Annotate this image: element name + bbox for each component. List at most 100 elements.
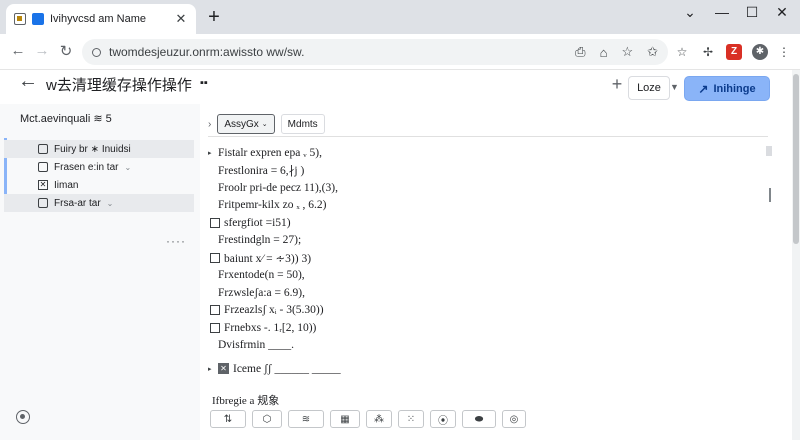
chevron-down-icon[interactable]: ⌄ (124, 163, 131, 172)
panel-tabs: › AssyGx ⌄ Mdmts (208, 112, 331, 136)
zotero-extension-icon[interactable]: Z (726, 44, 742, 60)
title-badge: ▪▪ (200, 77, 208, 89)
code-line-text: Frestlonira = 6,∤j ) (218, 165, 305, 178)
code-line[interactable]: Frzeazlsʃ xᵢ - 3(5.30)) (208, 302, 768, 320)
sidebar-item-0[interactable]: Fuiry br ∗ Inuidsi (4, 140, 194, 158)
extensions-puzzle-icon[interactable]: ✢ (700, 44, 716, 60)
swap-icon[interactable]: ⇅ (210, 410, 246, 428)
grid-icon[interactable]: ▦ (330, 410, 360, 428)
section-label: Ifbregie a 规象 (212, 395, 280, 407)
code-list: ▸ Fistalr expren epa ᵥ 5), Frestlonira = 6… (208, 144, 768, 378)
page-scrollbar[interactable] (792, 70, 800, 440)
sidebar-item-3[interactable]: Frsa-ar tar ⌄ (4, 194, 194, 212)
code-line[interactable]: Froolr pri-de pecz 11),(3), (208, 179, 768, 197)
code-line[interactable]: sfergfiot =i51) (208, 214, 768, 232)
new-tab-button[interactable]: + (202, 6, 226, 29)
url-text[interactable]: twomdesjeuzur.onrm:awissto ww/sw. (109, 45, 561, 59)
checkbox[interactable] (210, 252, 220, 263)
reload-button[interactable]: ↻ (56, 42, 76, 60)
shield-icon[interactable]: ⬡ (252, 410, 282, 428)
site-info-icon[interactable] (92, 47, 101, 57)
ring-icon[interactable]: ◎ (502, 410, 526, 428)
tabs-divider (208, 136, 768, 137)
code-line[interactable]: Fritpemr-kilx zo ₓ , 6.2) (208, 197, 768, 215)
sidebar-item-1[interactable]: Frasen e:in tar ⌄ (4, 158, 194, 176)
sidebar-item-label: Frasen e:in tar (54, 161, 119, 173)
sidebar-item-2[interactable]: ✕ Iiman (4, 176, 194, 194)
favorites-icon[interactable]: ☆ (674, 44, 690, 60)
dots-icon[interactable]: ⁙ (398, 410, 424, 428)
primary-action-button[interactable]: ↗ Inihinge (684, 76, 770, 101)
expand-arrow-icon[interactable]: ▸ (208, 365, 218, 373)
code-line[interactable]: Frestlonira = 6,∤j ) (208, 162, 768, 180)
tab-mdmts[interactable]: Mdmts (280, 114, 325, 134)
lines-icon[interactable]: ≋ (288, 410, 324, 428)
browser-tab[interactable]: Ivihyvcsd am Name ✕ (6, 4, 196, 34)
panel-scroll-tick (769, 188, 771, 202)
code-line-text: Fistalr expren epa ᵥ 5), (218, 146, 322, 159)
tab-close-icon[interactable]: ✕ (174, 11, 188, 27)
tab-label: Mdmts (287, 118, 318, 130)
code-line-text: Dvisfrmin ____. (218, 339, 295, 352)
code-line[interactable]: baiunt x⁄ = ∻3)) 3) (208, 249, 768, 267)
chevron-down-icon: ⌄ (261, 121, 268, 128)
tab-label: AssyGx (224, 118, 259, 130)
scrollbar-thumb[interactable] (793, 74, 799, 244)
main-panel: › AssyGx ⌄ Mdmts ▸ Fistalr expren epa ᵥ 5… (200, 104, 792, 440)
code-line-text: Frzeazlsʃ xᵢ - 3(5.30)) (224, 304, 324, 317)
browser-window: Ivihyvcsd am Name ✕ + ⌄ — ☐ ✕ ← → ↻ twom… (0, 0, 800, 440)
tab-assygx[interactable]: AssyGx ⌄ (217, 114, 275, 134)
code-line-text: baiunt x⁄ = ∻3)) 3) (224, 252, 312, 265)
maximize-button[interactable]: ☐ (738, 4, 766, 21)
chevron-right-icon[interactable]: › (208, 119, 211, 130)
checkbox[interactable] (38, 162, 48, 172)
expand-arrow-icon[interactable]: ▸ (208, 149, 218, 157)
code-line[interactable]: Dvisfrmin ____. (208, 337, 768, 355)
target-icon[interactable]: ⦿ (430, 410, 456, 428)
menu-kebab-icon[interactable]: ⋮ (776, 44, 792, 60)
lozenge-button[interactable]: Loze (628, 76, 670, 100)
chevron-down-icon[interactable]: ▼ (670, 82, 679, 92)
code-line[interactable]: ▸ ✕ Iceme ʃʃ ______ _____ (208, 360, 768, 378)
checkbox[interactable] (210, 322, 220, 333)
profile-avatar-icon[interactable]: ✱ (752, 44, 768, 60)
checkbox[interactable] (210, 217, 220, 228)
code-line[interactable]: ▸ Fistalr expren epa ᵥ 5), (208, 144, 768, 162)
tab-title: Ivihyvcsd am Name (50, 13, 146, 25)
reading-star-icon[interactable]: ✩ (647, 44, 658, 60)
tab-strip: Ivihyvcsd am Name ✕ + ⌄ — ☐ ✕ (0, 0, 800, 34)
sidebar-list: Fuiry br ∗ Inuidsi Frasen e:in tar ⌄ ✕ I… (4, 140, 194, 212)
sidebar-item-label: Fuiry br ∗ Inuidsi (54, 143, 131, 155)
code-line[interactable]: Frxentode(n = 50), (208, 267, 768, 285)
panel-scroll-marker[interactable] (766, 146, 772, 156)
bookmark-star-icon[interactable]: ☆ (621, 44, 633, 60)
add-button[interactable]: + (608, 74, 626, 95)
forward-nav-button[interactable]: → (32, 42, 52, 59)
code-line[interactable]: Frzwsleʃa:a = 6.9), (208, 284, 768, 302)
checkbox[interactable] (38, 144, 48, 154)
checkbox-checked[interactable]: ✕ (218, 363, 229, 375)
settings-icon[interactable] (16, 410, 30, 424)
more-options-icon[interactable]: ···· (166, 234, 186, 248)
address-bar[interactable]: twomdesjeuzur.onrm:awissto ww/sw. ⎙ ⌂ ☆ … (82, 39, 668, 65)
minimize-button[interactable]: — (708, 4, 736, 20)
install-icon[interactable]: ⎙ (575, 44, 585, 60)
tab-search-chevron-icon[interactable]: ⌄ (676, 4, 704, 21)
home-icon[interactable]: ⌂ (600, 45, 608, 60)
checkbox[interactable] (210, 305, 220, 316)
sparkle-icon[interactable]: ⁂ (366, 410, 392, 428)
back-nav-button[interactable]: ← (8, 42, 28, 59)
checkbox[interactable] (38, 198, 48, 208)
code-line[interactable]: Frnebxs -. 1ᵣ[2, 10)) (208, 319, 768, 337)
close-window-button[interactable]: ✕ (768, 4, 796, 21)
chevron-down-icon[interactable]: ⌄ (107, 199, 114, 208)
shape-icon[interactable]: ⬬ (462, 410, 496, 428)
checkbox-checked[interactable]: ✕ (38, 180, 48, 190)
sidebar-item-label: Frsa-ar tar (54, 197, 101, 209)
page-title: w去清理缓存操作操作 (46, 77, 192, 94)
code-line[interactable]: Frestindgln = 27); (208, 232, 768, 250)
code-line-text: Iceme ʃʃ ______ _____ (233, 362, 341, 375)
sidebar-item-label: Iiman (54, 179, 79, 191)
back-arrow-icon[interactable]: ← (18, 70, 38, 93)
sidebar-heading: Mct.aevinquali ≋ 5 (20, 113, 112, 125)
